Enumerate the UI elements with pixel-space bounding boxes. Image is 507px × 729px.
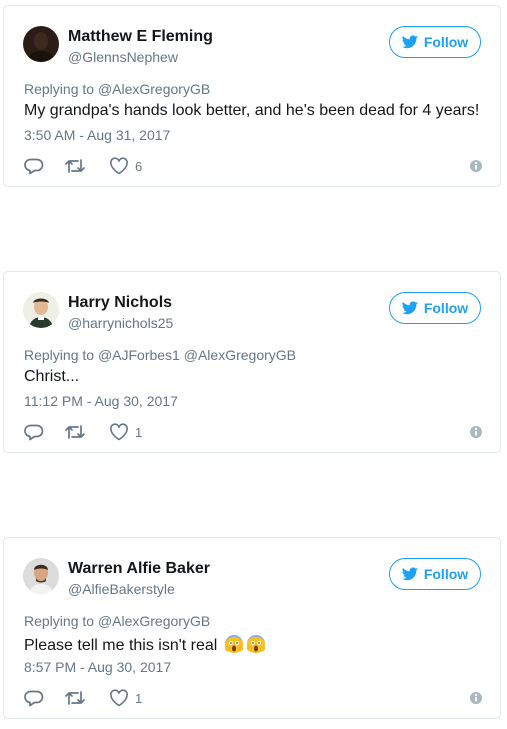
author-name[interactable]: Harry Nichols — [68, 294, 172, 312]
follow-label: Follow — [423, 300, 469, 316]
reply-icon — [24, 690, 44, 707]
replying-to: Replying to @AJForbes1 @AlexGregoryGB — [24, 347, 296, 363]
author-handle[interactable]: @GlennsNephew — [68, 49, 178, 65]
heart-icon — [110, 157, 128, 175]
like-count: 1 — [135, 424, 143, 440]
avatar[interactable] — [23, 26, 59, 62]
retweet-icon — [65, 159, 85, 173]
mention-link[interactable]: @AlexGregoryGB — [98, 81, 210, 97]
author-handle[interactable]: @harrynichols25 — [68, 315, 173, 331]
retweet-button[interactable] — [64, 422, 86, 442]
tweet-text-line: Please tell me this isn't real — [24, 634, 266, 655]
heart-icon — [110, 423, 128, 441]
follow-label: Follow — [423, 566, 469, 582]
tweet-timestamp[interactable]: 8:57 PM - Aug 30, 2017 — [24, 659, 171, 675]
tweet-text: My grandpa's hands look better, and he's… — [24, 102, 480, 119]
info-button[interactable] — [468, 424, 484, 440]
replying-prefix: Replying to — [24, 613, 95, 629]
reply-button[interactable] — [24, 688, 44, 708]
follow-button[interactable]: Follow — [389, 292, 481, 324]
like-count: 1 — [135, 690, 143, 706]
follow-label: Follow — [423, 34, 469, 50]
tweet-text: Please tell me this isn't real — [24, 637, 218, 654]
reply-button[interactable] — [24, 422, 44, 442]
author-name[interactable]: Warren Alfie Baker — [68, 560, 210, 578]
tweet-actions: 1 — [24, 688, 484, 708]
like-button[interactable]: 6 — [109, 156, 142, 176]
retweet-button[interactable] — [64, 688, 86, 708]
mention-link[interactable]: @AlexGregoryGB — [98, 613, 210, 629]
tweet-card[interactable]: Harry Nichols @harrynichols25 Follow Rep… — [3, 271, 501, 453]
tweet-timestamp[interactable]: 3:50 AM - Aug 31, 2017 — [24, 127, 170, 143]
tweet-actions: 6 — [24, 156, 484, 176]
info-button[interactable] — [468, 158, 484, 174]
reply-button[interactable] — [24, 156, 44, 176]
twitter-bird-icon — [401, 35, 418, 49]
retweet-button[interactable] — [64, 156, 86, 176]
like-button[interactable]: 1 — [109, 688, 142, 708]
avatar[interactable] — [23, 558, 59, 594]
tweet-card[interactable]: Warren Alfie Baker @AlfieBakerstyle Foll… — [3, 537, 501, 719]
tweet-text: Christ... — [24, 368, 80, 385]
reply-icon — [24, 158, 44, 175]
retweet-icon — [65, 425, 85, 439]
heart-icon — [110, 689, 128, 707]
avatar[interactable] — [23, 292, 59, 328]
like-count: 6 — [135, 158, 143, 174]
replying-prefix: Replying to — [24, 81, 95, 97]
replying-to: Replying to @AlexGregoryGB — [24, 613, 210, 629]
replying-to: Replying to @AlexGregoryGB — [24, 81, 210, 97]
replying-prefix: Replying to — [24, 347, 95, 363]
twitter-bird-icon — [401, 301, 418, 315]
retweet-icon — [65, 691, 85, 705]
screaming-face-emoji — [246, 635, 265, 653]
info-icon — [470, 160, 482, 172]
like-button[interactable]: 1 — [109, 422, 142, 442]
author-name[interactable]: Matthew E Fleming — [68, 28, 213, 46]
screaming-face-emoji — [224, 635, 243, 653]
tweet-actions: 1 — [24, 422, 484, 442]
mention-link[interactable]: @AlexGregoryGB — [184, 347, 296, 363]
tweet-card[interactable]: Matthew E Fleming @GlennsNephew Follow R… — [3, 5, 501, 187]
follow-button[interactable]: Follow — [389, 26, 481, 58]
mention-link[interactable]: @AJForbes1 — [98, 347, 180, 363]
info-icon — [470, 692, 482, 704]
follow-button[interactable]: Follow — [389, 558, 481, 590]
info-button[interactable] — [468, 690, 484, 706]
author-handle[interactable]: @AlfieBakerstyle — [68, 581, 175, 597]
info-icon — [470, 426, 482, 438]
reply-icon — [24, 424, 44, 441]
tweet-timestamp[interactable]: 11:12 PM - Aug 30, 2017 — [24, 393, 178, 409]
twitter-bird-icon — [401, 567, 418, 581]
